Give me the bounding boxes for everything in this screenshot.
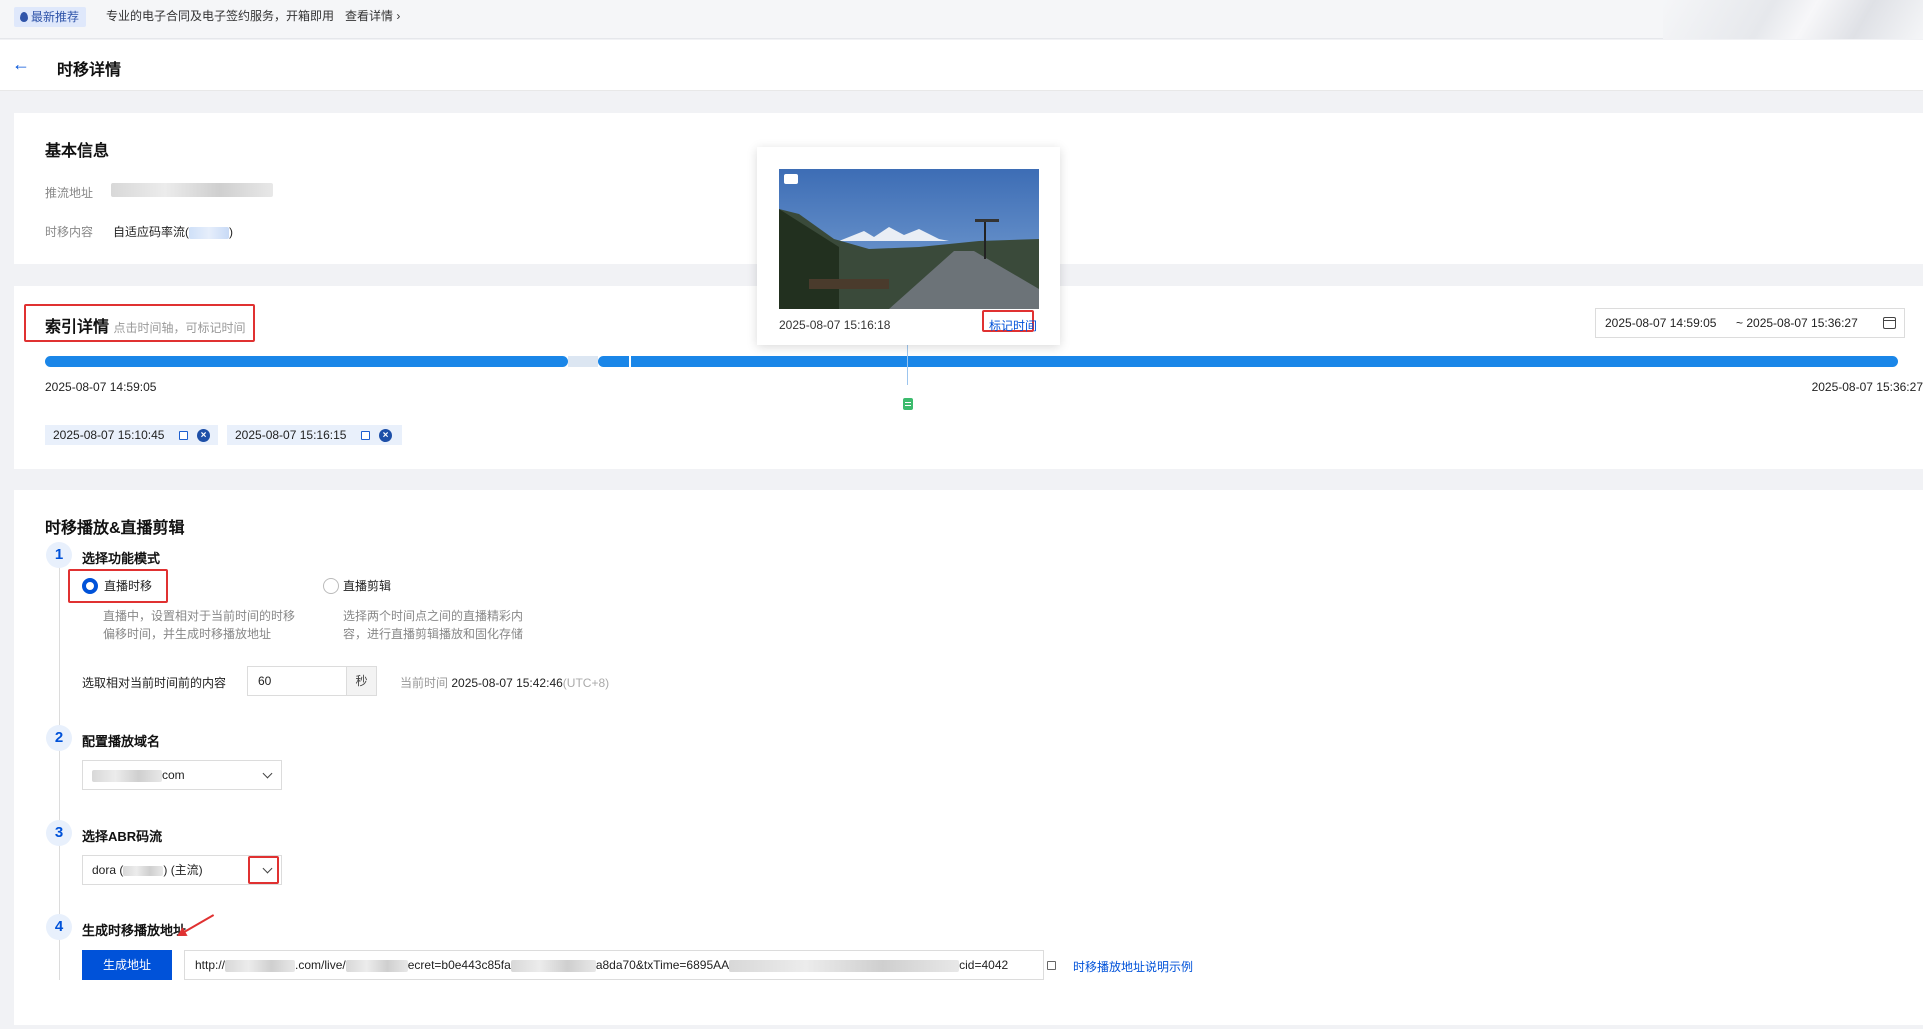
index-title-text: 索引详情 xyxy=(45,319,110,336)
step-4-title: 生成时移播放地址 xyxy=(82,923,187,938)
timeline-segment[interactable] xyxy=(598,356,1898,367)
offset-unit: 秒 xyxy=(347,666,377,696)
step-1-title: 选择功能模式 xyxy=(82,551,161,566)
push-url-value xyxy=(111,182,273,197)
offset-input[interactable]: 60 xyxy=(247,666,347,696)
redacted-block xyxy=(189,226,229,239)
preview-popup: 2025-08-07 15:16:18 标记时间 xyxy=(757,147,1060,345)
offset-label: 选取相对当前时间前的内容 xyxy=(82,676,227,690)
promo-detail-label: 查看详情 xyxy=(345,9,394,23)
current-time-tz: (UTC+8) xyxy=(562,676,610,690)
redacted-block xyxy=(225,959,296,972)
chevron-right-icon: › xyxy=(396,9,401,23)
step-4-number: 4 xyxy=(46,914,72,940)
chevron-down-icon xyxy=(262,768,273,779)
step-3-title: 选择ABR码流 xyxy=(82,829,163,844)
close-icon[interactable]: × xyxy=(379,429,392,442)
promo-detail-link[interactable]: 查看详情 › xyxy=(345,8,400,24)
mode-clip-desc: 选择两个时间点之间的直播精彩内 容，进行直播剪辑播放和固化存储 xyxy=(343,607,523,643)
step-2-title: 配置播放域名 xyxy=(82,734,161,749)
generate-url-button[interactable]: 生成地址 xyxy=(82,950,172,980)
timeline-tick xyxy=(629,356,631,367)
domain-value: com xyxy=(162,768,185,782)
promo-text: 专业的电子合同及电子签约服务，开箱即用 xyxy=(106,9,335,23)
desc-line: 偏移时间，并生成时移播放地址 xyxy=(103,627,272,641)
current-time: 当前时间 2025-08-07 15:42:46(UTC+8) xyxy=(400,674,609,691)
redacted-block xyxy=(345,959,408,972)
desc-line: 直播中，设置相对于当前时间的时移 xyxy=(103,609,296,623)
preview-thumbnail xyxy=(779,169,1039,309)
preview-time: 2025-08-07 15:16:18 xyxy=(779,318,891,332)
bookmark-marker-icon[interactable] xyxy=(903,398,913,410)
url-part: a8da70&txTime=6895AA xyxy=(595,958,730,972)
url-part: ecret=b0e443c85fa xyxy=(407,958,511,972)
mode-timeshift-desc: 直播中，设置相对于当前时间的时移 偏移时间，并生成时移播放地址 xyxy=(103,607,295,643)
time-tag-label: 2025-08-07 15:10:45 xyxy=(53,428,165,442)
flame-icon xyxy=(20,12,28,22)
content-label: 时移内容 xyxy=(45,225,94,239)
banner-decoration xyxy=(1663,0,1923,39)
close-icon[interactable]: × xyxy=(197,429,210,442)
content-value-text: 自适应码率流( xyxy=(113,225,189,239)
mode-clip-radio[interactable] xyxy=(323,578,339,594)
copy-icon[interactable] xyxy=(179,431,188,440)
arrow-left-icon[interactable]: ← xyxy=(12,55,30,73)
index-hint: 点击时间轴，可标记时间 xyxy=(113,321,246,335)
mode-timeshift-radio[interactable] xyxy=(82,578,98,594)
copy-icon[interactable] xyxy=(1047,961,1056,970)
current-time-label: 当前时间 xyxy=(400,676,449,690)
redacted-block xyxy=(123,865,164,876)
mode-timeshift-label[interactable]: 直播时移 xyxy=(104,577,152,594)
domain-select[interactable]: com xyxy=(82,760,282,790)
time-tag: 2025-08-07 15:10:45 × xyxy=(45,425,218,445)
desc-line: 选择两个时间点之间的直播精彩内 xyxy=(343,609,524,623)
timeline-gap xyxy=(568,356,598,367)
basic-info-title: 基本信息 xyxy=(45,143,110,160)
redacted-block xyxy=(92,769,162,782)
axis-end: 2025-08-07 15:36:27 xyxy=(1811,380,1923,394)
index-title: 索引详情 点击时间轴，可标记时间 xyxy=(45,313,245,337)
copy-icon[interactable] xyxy=(361,431,370,440)
stream-value: dora ( xyxy=(92,863,124,877)
url-doc-link[interactable]: 时移播放地址说明示例 xyxy=(1073,958,1193,975)
redacted-block xyxy=(510,959,596,972)
badge-label: 最新推荐 xyxy=(31,10,80,24)
playback-card: 时移播放&直播剪辑 1 选择功能模式 直播时移 直播中，设置相对于当前时间的时移… xyxy=(14,490,1923,1025)
range-start: 2025-08-07 14:59:05 xyxy=(1605,316,1717,330)
timeline-segment[interactable] xyxy=(45,356,568,367)
axis-start: 2025-08-07 14:59:05 xyxy=(45,380,157,394)
redacted-block xyxy=(729,959,960,972)
stream-value-suffix: ) (主流) xyxy=(163,863,203,877)
timeline-cursor xyxy=(907,344,908,385)
range-end: ~ 2025-08-07 15:36:27 xyxy=(1736,316,1858,330)
url-part: cid=4042 xyxy=(959,958,1009,972)
highlight-box xyxy=(248,856,279,884)
mode-clip-label[interactable]: 直播剪辑 xyxy=(343,577,391,594)
redacted-block xyxy=(111,182,273,197)
content-value-close: ) xyxy=(229,225,233,239)
calendar-icon[interactable] xyxy=(1883,317,1896,329)
step-1-number: 1 xyxy=(46,542,72,568)
date-range-picker[interactable]: 2025-08-07 14:59:05 ~ 2025-08-07 15:36:2… xyxy=(1595,308,1905,338)
time-tag: 2025-08-07 15:16:15 × xyxy=(227,425,402,445)
step-2-number: 2 xyxy=(46,725,72,751)
mark-time-link[interactable]: 标记时间 xyxy=(989,317,1037,334)
push-url-label: 推流地址 xyxy=(45,186,94,200)
content-value: 自适应码率流() xyxy=(113,223,233,240)
playback-title: 时移播放&直播剪辑 xyxy=(45,520,185,537)
url-part: http:// xyxy=(195,958,226,972)
page-title: 时移详情 xyxy=(57,62,122,79)
step-3-number: 3 xyxy=(46,820,72,846)
time-tag-label: 2025-08-07 15:16:15 xyxy=(235,428,347,442)
landscape-image xyxy=(779,169,1039,309)
promo-bar: 最新推荐 专业的电子合同及电子签约服务，开箱即用 查看详情 › xyxy=(0,0,1923,39)
page-header: ← 时移详情 xyxy=(0,40,1923,91)
desc-line: 容，进行直播剪辑播放和固化存储 xyxy=(343,627,524,641)
current-time-value: 2025-08-07 15:42:46 xyxy=(451,676,563,690)
url-part: .com/live/ xyxy=(295,958,346,972)
recommend-badge: 最新推荐 xyxy=(14,7,87,27)
playback-url-field[interactable]: http:// .com/live/ecret=b0e443c85fa a8da70… xyxy=(184,950,1044,980)
